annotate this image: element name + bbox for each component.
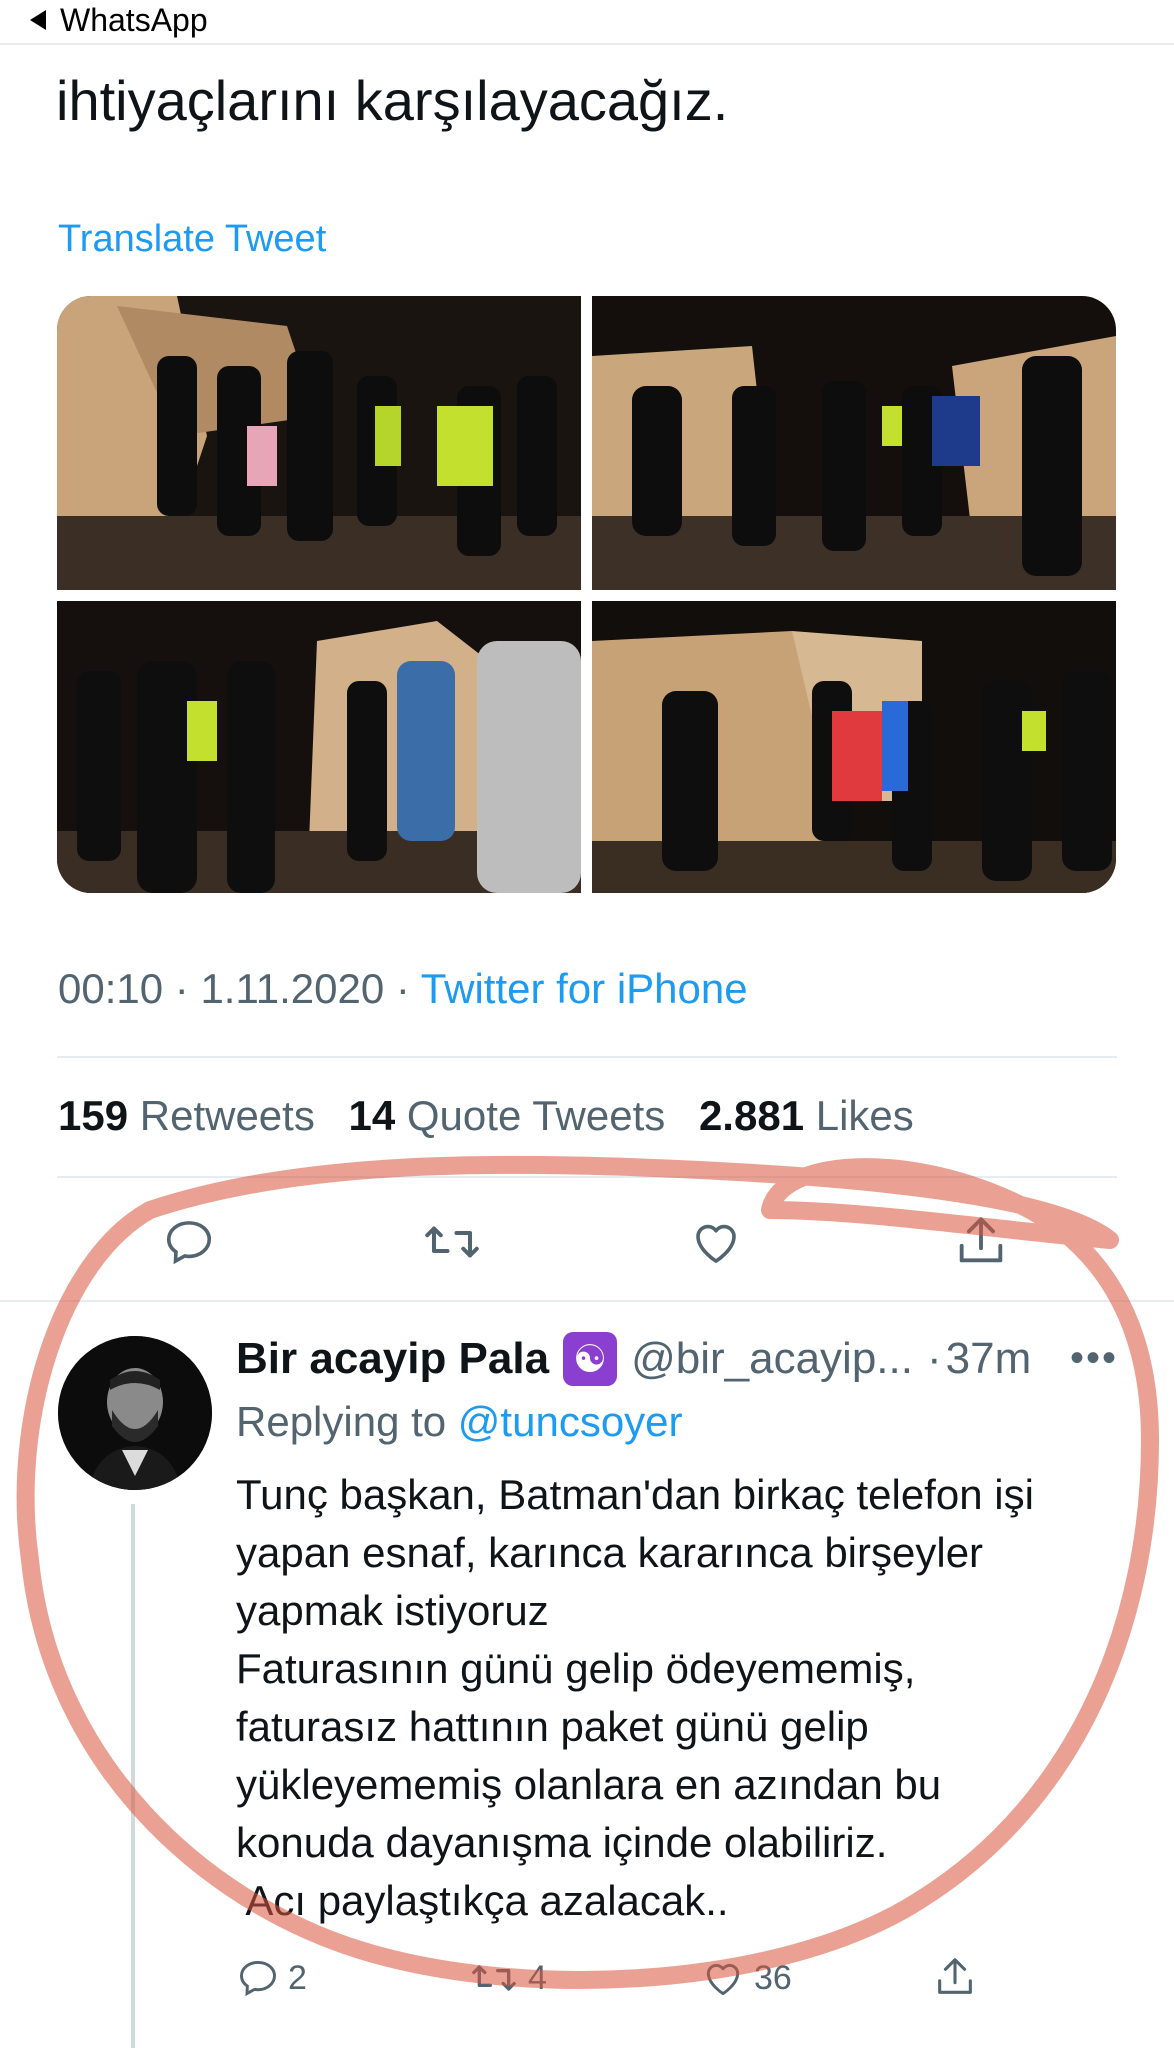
- translate-tweet-link[interactable]: Translate Tweet: [58, 218, 326, 261]
- reply-text-line: Faturasının günü gelip ödeyememiş,: [236, 1645, 916, 1692]
- divider: [57, 1176, 1117, 1178]
- retweet-icon[interactable]: [420, 1215, 484, 1269]
- top-divider: [0, 43, 1174, 45]
- reply-time: 37m: [945, 1334, 1032, 1383]
- meta-separator: ·: [395, 965, 410, 1012]
- share-icon: [938, 1958, 972, 1994]
- reply-author-handle[interactable]: @bir_acayip...: [631, 1334, 913, 1384]
- retweet-icon: [472, 1965, 516, 1991]
- replying-to-handle[interactable]: @tuncsoyer: [458, 1398, 683, 1445]
- retweets-stat[interactable]: 159 Retweets: [58, 1092, 315, 1139]
- like-icon: [706, 1963, 740, 1996]
- like-icon[interactable]: [688, 1215, 744, 1269]
- reply-text-line: Acı paylaştıkça azalacak..: [236, 1877, 729, 1924]
- tweet-text: ihtiyaçlarını karşılayacağız.: [56, 69, 729, 132]
- back-label: WhatsApp: [60, 1, 208, 38]
- reply-count: 2: [288, 1958, 307, 1997]
- retweet-count: 4: [528, 1958, 547, 1997]
- tweet-photo-1[interactable]: [57, 296, 581, 590]
- reply-icon[interactable]: [162, 1215, 216, 1269]
- tweet-date: 1.11.2020: [200, 965, 385, 1012]
- divider: [0, 1300, 1174, 1302]
- tweet-media-grid: [57, 296, 1116, 893]
- tweet-photo-3[interactable]: [57, 601, 581, 893]
- reply-text-line: konuda dayanışma içinde olabiliriz.: [236, 1819, 888, 1866]
- tweet-time: 00:10: [58, 965, 164, 1012]
- divider: [57, 1056, 1117, 1058]
- like-count: 36: [754, 1958, 792, 1997]
- reply-author-name[interactable]: Bir acayip Pala: [236, 1334, 549, 1384]
- reply-retweet-button[interactable]: 4: [468, 1956, 547, 2000]
- reply-dot: ·: [926, 1334, 942, 1383]
- share-icon[interactable]: [952, 1212, 1010, 1270]
- reply-share-button[interactable]: [932, 1954, 978, 2000]
- tweet-source-link[interactable]: Twitter for iPhone: [421, 965, 748, 1012]
- reply-text-line: yapmak istiyoruz: [236, 1587, 549, 1634]
- back-to-whatsapp[interactable]: WhatsApp: [30, 0, 208, 40]
- likes-stat[interactable]: 2.881 Likes: [699, 1092, 914, 1139]
- reply-text: Tunç başkan, Batman'dan birkaç telefon i…: [236, 1466, 1136, 1930]
- tweet-photo-4[interactable]: [592, 601, 1116, 893]
- tweet-photo-2[interactable]: [592, 296, 1116, 590]
- tweet-timestamp: 00:10 · 1.11.2020 · Twitter for iPhone: [58, 965, 748, 1013]
- tweet-stats: 159 Retweets 14 Quote Tweets 2.881 Likes: [58, 1092, 914, 1140]
- reply-text-line: Tunç başkan, Batman'dan birkaç telefon i…: [236, 1471, 1034, 1518]
- thread-line: [131, 1504, 135, 2048]
- back-arrow-icon: [30, 10, 46, 30]
- reply-reply-button[interactable]: 2: [236, 1956, 307, 2000]
- replying-prefix: Replying to: [236, 1398, 447, 1445]
- reply-header: Bir acayip Pala ☯ @bir_acayip... · 37m: [236, 1332, 1031, 1386]
- meta-separator: ·: [174, 965, 189, 1012]
- replying-to: Replying to @tuncsoyer: [236, 1398, 683, 1446]
- reply-like-button[interactable]: 36: [700, 1956, 792, 2000]
- more-options-icon[interactable]: •••: [1070, 1336, 1118, 1381]
- reply-icon: [240, 1960, 276, 1997]
- reply-text-line: yükleyememiş olanlara en azından bu: [236, 1761, 942, 1808]
- quote-tweets-stat[interactable]: 14 Quote Tweets: [349, 1092, 666, 1139]
- reply-text-line: faturasız hattının paket günü gelip: [236, 1703, 869, 1750]
- yin-yang-icon: ☯: [563, 1332, 618, 1386]
- reply-text-line: yapan esnaf, karınca kararınca birşeyler: [236, 1529, 984, 1576]
- avatar[interactable]: [58, 1336, 212, 1490]
